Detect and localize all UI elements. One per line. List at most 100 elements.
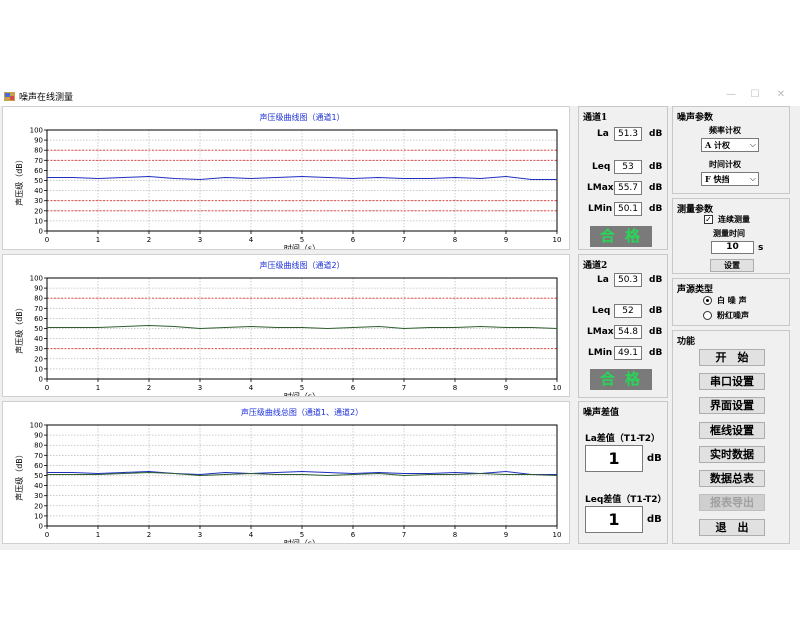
serial-settings-button[interactable]: 串口设置 [699,373,765,390]
white-noise-radio[interactable] [703,296,712,305]
app-icon [4,92,15,101]
maximize-button[interactable]: ☐ [742,88,768,102]
y-tick-label: 30 [34,345,43,353]
leq-diff-unit: dB [647,514,662,525]
y-tick-label: 40 [34,335,43,343]
time-weight-label: 时间计权 [709,159,741,169]
frame-settings-button[interactable]: 框线设置 [699,422,765,439]
x-tick-label: 10 [553,236,562,244]
channel1-la-label: La [597,129,609,139]
channel2-la-label: La [597,275,609,285]
channel2-la-unit: dB [649,275,663,285]
measure-time-input[interactable]: 10 [711,241,754,254]
close-button[interactable]: ✕ [768,88,794,102]
y-tick-label: 70 [34,452,43,460]
channel1-lmax-unit: dB [649,183,663,193]
chart-title: 声压级曲线图（通道2） [259,260,344,270]
channel1-leq-unit: dB [649,162,663,172]
time-weight-value: F 快挡 [705,174,730,184]
noise-params-title: 噪声参数 [677,113,714,123]
y-tick-label: 90 [34,285,43,293]
channel1-leq-label: Leq [592,162,611,172]
leq-diff-value: 1 [585,506,643,533]
y-tick-label: 60 [34,462,43,470]
channel1-lmax-value: 55.7 [614,181,642,195]
x-tick-label: 6 [351,384,356,392]
channel2-leq-value: 52 [614,304,642,318]
channel1-la-value: 51.3 [614,127,642,141]
data-summary-button[interactable]: 数据总表 [699,470,765,487]
x-tick-label: 6 [351,531,356,539]
noise-diff-title: 噪声差值 [583,408,620,418]
x-tick-label: 4 [249,384,254,392]
freq-weight-select[interactable]: A 计权 ⌵ [701,138,759,152]
x-tick-label: 0 [45,531,49,539]
chart-panel-combined: 声压级曲线总图（通道1、通道2） 0 10 20 30 40 50 60 70 80 90 100 0 1… [2,401,570,544]
channel2-title: 通道2 [583,261,608,271]
source-type-title: 声源类型 [677,285,714,295]
y-tick-label: 20 [34,207,43,215]
la-diff-unit: dB [647,453,662,464]
y-axis-label: 声压级（dB） [14,155,24,206]
set-button[interactable]: 设置 [710,259,754,272]
channel2-lmin-label: LMin [588,348,613,358]
x-tick-label: 5 [300,531,304,539]
x-tick-label: 2 [147,531,151,539]
main-window: 噪声在线测量 — ☐ ✕ 声压级曲线图（通道1） 0 10 20 30 40 50 60 70 8… [0,86,800,550]
y-tick-label: 0 [39,523,43,531]
minimize-button[interactable]: — [718,88,744,102]
y-tick-label: 0 [39,376,43,384]
ui-settings-button[interactable]: 界面设置 [699,397,765,414]
y-tick-label: 10 [34,217,43,225]
pink-noise-radio[interactable] [703,311,712,320]
noise-params-group: 噪声参数 频率计权 A 计权 ⌵ 时间计权 F 快挡 ⌵ [672,106,790,194]
x-tick-label: 2 [147,384,151,392]
y-tick-label: 80 [34,442,43,450]
x-tick-label: 7 [402,384,406,392]
channel2-status-badge: 合格 [590,369,652,390]
x-tick-label: 8 [453,384,457,392]
x-tick-label: 7 [402,236,406,244]
continuous-label: 连续测量 [718,214,750,224]
chart-title: 声压级曲线总图（通道1、通道2） [241,407,363,417]
y-tick-label: 100 [30,275,43,283]
y-tick-label: 0 [39,228,43,236]
y-tick-label: 10 [34,512,43,520]
measure-params-group: 测量参数 ✓ 连续测量 测量时间 10 s 设置 [672,198,790,274]
channel1-la-unit: dB [649,129,663,139]
channel2-lmax-unit: dB [649,327,663,337]
y-tick-label: 50 [34,472,43,480]
x-tick-label: 9 [504,236,508,244]
x-tick-label: 8 [453,236,457,244]
x-axis-label: 时间（s） [284,538,320,543]
la-diff-value: 1 [585,445,643,472]
continuous-checkbox[interactable]: ✓ [704,215,713,224]
chart-combined: 声压级曲线总图（通道1、通道2） 0 10 20 30 40 50 60 70 80 90 100 0 1… [14,407,561,543]
y-tick-label: 20 [34,502,43,510]
y-axis-label: 声压级（dB） [14,303,24,354]
y-tick-label: 80 [34,295,43,303]
start-button[interactable]: 开 始 [699,349,765,366]
channel1-leq-value: 53 [614,160,642,174]
channel2-lmax-value: 54.8 [614,325,642,339]
x-axis-label: 时间（s） [284,391,320,396]
window-title: 噪声在线测量 [19,93,74,103]
x-tick-label: 4 [249,236,254,244]
channel2-group: 通道2 La 50.3 dB Leq 52 dB LMax 54.8 dB LM… [578,254,668,398]
chart-title: 声压级曲线图（通道1） [259,112,344,122]
chart-channel2: 声压级曲线图（通道2） 0 10 20 30 40 50 60 70 80 90 100 0 1 2 3 4 5 6… [14,260,561,396]
x-tick-label: 3 [198,236,202,244]
y-tick-label: 100 [30,127,43,135]
pink-noise-label: 粉红噪声 [717,310,749,320]
x-tick-label: 1 [96,384,100,392]
realtime-data-button[interactable]: 实时数据 [699,446,765,463]
y-tick-label: 30 [34,492,43,500]
channel2-leq-unit: dB [649,306,663,316]
y-tick-label: 10 [34,365,43,373]
y-tick-label: 90 [34,432,43,440]
y-tick-label: 40 [34,187,43,195]
exit-button[interactable]: 退 出 [699,519,765,536]
y-axis-label: 声压级（dB） [14,450,24,501]
freq-weight-label: 频率计权 [709,125,741,135]
time-weight-select[interactable]: F 快挡 ⌵ [701,172,759,186]
